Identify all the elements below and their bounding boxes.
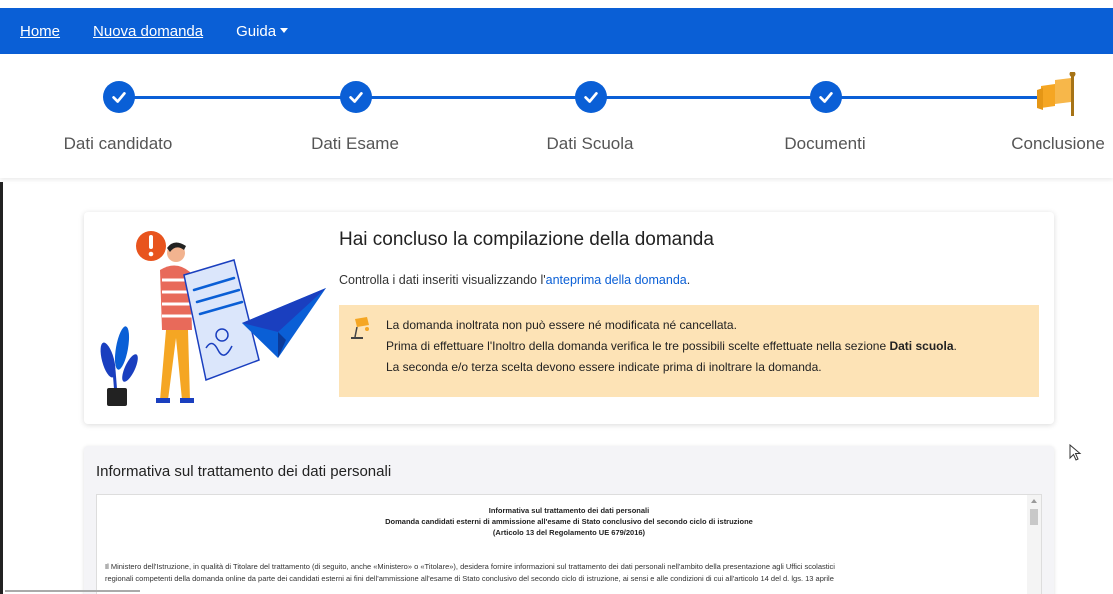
informativa-card: Informativa sul trattamento dei dati per… (84, 446, 1054, 594)
window-edge (0, 182, 3, 594)
check-icon (340, 81, 372, 113)
scroll-up-icon[interactable] (1031, 499, 1037, 503)
doc-body: Il Ministero dell'Istruzione, in qualità… (105, 561, 1020, 585)
nav-nuova-domanda-link[interactable]: Nuova domanda (93, 23, 203, 40)
top-navbar: Home Nuova domanda Guida (0, 8, 1113, 54)
warning-notice: La domanda inoltrata non può essere né m… (339, 305, 1039, 397)
doc-body-line-2: regionali competenti della domanda onlin… (105, 574, 834, 583)
nav-home-link[interactable]: Home (20, 23, 60, 40)
notice-line-3: La seconda e/o terza scelta devono esser… (386, 360, 822, 374)
notice-dati-scuola: Dati scuola (889, 339, 954, 353)
scrollbar-thumb[interactable] (1030, 509, 1038, 525)
horizontal-scrollbar[interactable] (5, 590, 140, 592)
conclusion-title: Hai concluso la compilazione della doman… (339, 229, 714, 250)
check-icon (810, 81, 842, 113)
nav-guida-dropdown[interactable]: Guida (236, 22, 289, 40)
step-label: Dati Scuola (546, 134, 634, 153)
intro-text: Controlla i dati inseriti visualizzando … (339, 273, 546, 287)
mouse-cursor-icon (1069, 444, 1082, 461)
desk-lamp-icon (351, 317, 369, 339)
notice-line-2-end: . (953, 339, 957, 353)
conclusion-card: Hai concluso la compilazione della doman… (84, 212, 1054, 424)
progress-stepper: Dati candidato Dati Esame Dati Scuola Do… (0, 54, 1113, 178)
step-label: Dati candidato (63, 134, 173, 153)
person-document-illustration (100, 231, 326, 406)
notice-line-1: La domanda inoltrata non può essere né m… (386, 318, 737, 332)
nav-guida-label: Guida (236, 22, 277, 40)
check-icon (103, 81, 135, 113)
step-label: Dati Esame (311, 134, 399, 153)
notice-line-2: Prima di effettuare l'Inoltro della doma… (386, 336, 1027, 357)
intro-end: . (686, 273, 691, 287)
doc-body-line-1: Il Ministero dell'Istruzione, in qualità… (105, 562, 835, 571)
anteprima-domanda-link[interactable]: anteprima della domanda (546, 273, 687, 287)
caret-down-icon (280, 27, 289, 33)
doc-heading-2: Domanda candidati esterni di ammissione … (385, 517, 753, 526)
check-icon (575, 81, 607, 113)
flag-icon (1037, 72, 1076, 116)
step-label: Documenti (784, 134, 866, 153)
notice-line-2-text: Prima di effettuare l'Inoltro della doma… (386, 339, 890, 353)
informativa-document-box[interactable]: Informativa sul trattamento dei dati per… (96, 494, 1042, 594)
informativa-title: Informativa sul trattamento dei dati per… (96, 463, 392, 480)
doc-heading-3: (Articolo 13 del Regolamento UE 679/2016… (492, 528, 646, 537)
doc-heading-1: Informativa sul trattamento dei dati per… (488, 506, 650, 515)
step-label: Conclusione (1011, 134, 1105, 153)
document-scrollbar[interactable] (1027, 495, 1041, 594)
conclusion-intro: Controlla i dati inseriti visualizzando … (339, 273, 690, 287)
